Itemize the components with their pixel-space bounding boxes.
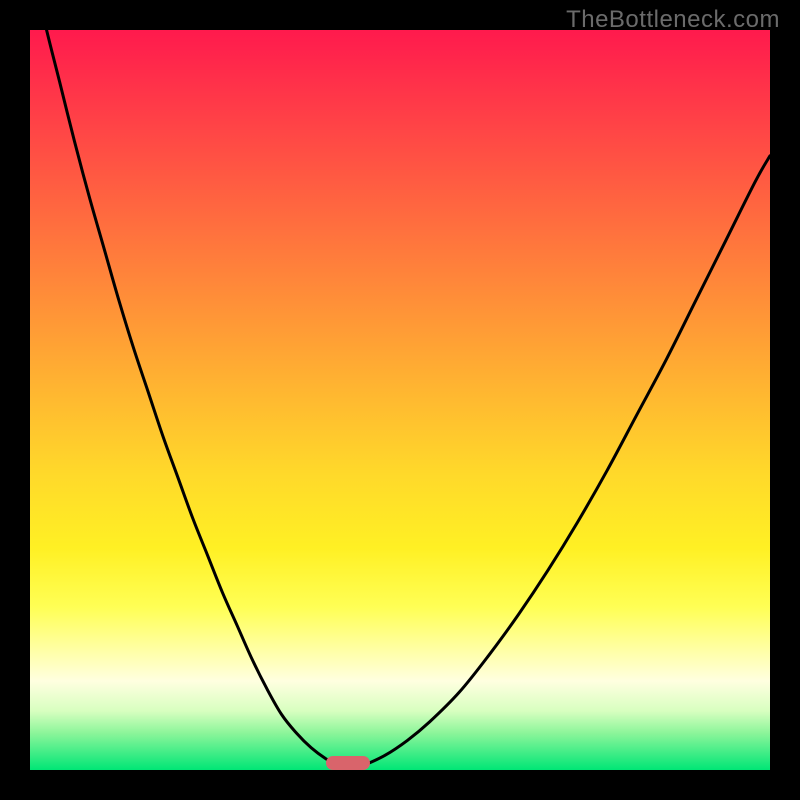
plot-area bbox=[30, 30, 770, 770]
outer-frame: TheBottleneck.com bbox=[0, 0, 800, 800]
minimum-marker bbox=[326, 756, 370, 770]
curve-right-branch bbox=[348, 156, 770, 770]
bottleneck-curve bbox=[30, 30, 770, 770]
curve-left-branch bbox=[30, 30, 348, 770]
